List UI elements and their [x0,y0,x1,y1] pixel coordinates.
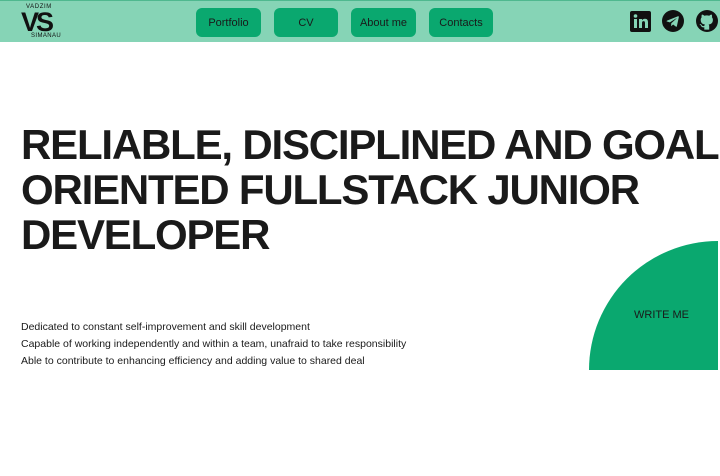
write-me-button[interactable]: WRITE ME [589,241,718,370]
telegram-icon[interactable] [662,10,684,32]
hero-title-line: RELIABLE, DISCIPLINED AND GOAL- [21,121,720,168]
header-bar: VADZIM VS SIMANAU Portfolio CV About me … [0,0,720,42]
hero-bullet: Able to contribute to enhancing efficien… [21,355,365,367]
hero-bullet: Dedicated to constant self-improvement a… [21,321,310,333]
hero-title-line: DEVELOPER [21,211,270,258]
github-icon[interactable] [696,10,718,32]
write-me-label: WRITE ME [634,308,689,321]
nav-cv-button[interactable]: CV [274,8,338,37]
hero-bullets: Dedicated to constant self-improvement a… [21,319,406,370]
hero-bullet: Capable of working independently and wit… [21,338,407,350]
hero-title: RELIABLE, DISCIPLINED AND GOAL- ORIENTED… [21,122,720,257]
linkedin-icon[interactable] [629,10,651,32]
nav-about-me-button[interactable]: About me [351,8,416,37]
logo-bottom-text: SIMANAU [31,33,62,39]
nav-portfolio-button[interactable]: Portfolio [196,8,261,37]
logo[interactable]: VADZIM VS SIMANAU [20,4,62,40]
nav-contacts-button[interactable]: Contacts [429,8,493,37]
hero-title-line: ORIENTED FULLSTACK JUNIOR [21,166,640,213]
